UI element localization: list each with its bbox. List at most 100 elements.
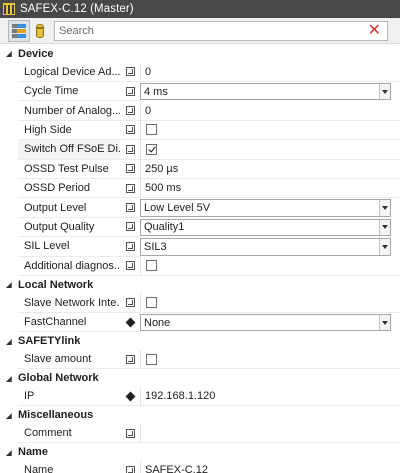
fast-channel-dropdown[interactable]: None (140, 313, 391, 332)
property-value (140, 349, 400, 370)
collapse-arrow-icon[interactable]: ◢ (0, 448, 18, 457)
property-row-sil-level[interactable]: SIL Level SIL3 (0, 237, 400, 257)
property-label: Output Level (18, 198, 120, 218)
property-value (140, 120, 400, 141)
property-marker-icon (120, 178, 140, 199)
property-marker-icon (120, 159, 140, 179)
properties-view-button[interactable] (31, 20, 49, 42)
property-label: OSSD Period (18, 178, 120, 199)
property-marker-icon (120, 120, 140, 141)
property-label: OSSD Test Pulse (18, 159, 120, 179)
property-marker-diamond-icon (120, 312, 140, 333)
category-label: Global Network (18, 372, 99, 385)
slave-amount-checkbox[interactable] (146, 353, 157, 365)
chevron-down-icon[interactable] (379, 200, 390, 216)
property-marker-icon (120, 256, 140, 276)
property-row-high-side[interactable]: High Side (0, 120, 400, 141)
dropdown-value: 4 ms (144, 85, 168, 98)
property-row-additional-diagnostics[interactable]: Additional diagnos... (0, 256, 400, 276)
property-row-cycle-time[interactable]: Cycle Time 4 ms (0, 81, 400, 102)
category-label: Device (18, 47, 54, 60)
property-label: Additional diagnos... (18, 256, 120, 276)
property-row-ip[interactable]: IP 192.168.1.120 (0, 386, 400, 407)
property-row-name[interactable]: Name SAFEX-C.12 (0, 460, 400, 473)
category-name[interactable]: ◢ Name (0, 443, 400, 461)
output-level-dropdown[interactable]: Low Level 5V (140, 199, 391, 217)
property-marker-icon (120, 293, 140, 313)
property-value[interactable]: 500 ms (140, 178, 400, 199)
property-value (140, 293, 400, 313)
search-box: ✕ (54, 21, 388, 41)
clear-search-icon[interactable]: ✕ (368, 22, 381, 40)
property-label: Output Quality (18, 217, 120, 238)
property-row-logical-device-address[interactable]: Logical Device Ad... 0 (0, 62, 400, 82)
property-marker-diamond-icon (120, 386, 140, 407)
property-value[interactable]: 192.168.1.120 (140, 386, 400, 407)
property-value[interactable]: 250 µs (140, 159, 400, 179)
property-row-ossd-test-pulse[interactable]: OSSD Test Pulse 250 µs (0, 159, 400, 179)
category-safetylink[interactable]: ◢ SAFETYlink (0, 332, 400, 350)
property-row-output-quality[interactable]: Output Quality Quality1 (0, 217, 400, 238)
categorized-view-button[interactable] (8, 19, 30, 42)
property-value (140, 256, 400, 276)
property-row-slave-network-interface[interactable]: Slave Network Inte... (0, 293, 400, 313)
property-value[interactable]: 0 (140, 62, 400, 82)
property-marker-icon (120, 237, 140, 257)
property-label: Comment (18, 423, 120, 444)
search-input[interactable] (59, 25, 349, 37)
chevron-down-icon[interactable] (379, 83, 390, 100)
property-row-output-level[interactable]: Output Level Low Level 5V (0, 198, 400, 218)
property-marker-icon (120, 460, 140, 473)
category-label: SAFETYlink (18, 335, 81, 348)
property-row-comment[interactable]: Comment (0, 423, 400, 444)
property-label: SIL Level (18, 237, 120, 257)
property-row-fast-channel[interactable]: FastChannel None (0, 312, 400, 333)
category-local-network[interactable]: ◢ Local Network (0, 275, 400, 294)
property-row-number-of-analog[interactable]: Number of Analog... 0 (0, 101, 400, 121)
chevron-down-icon[interactable] (379, 314, 390, 331)
property-marker-icon (120, 349, 140, 370)
property-label: Logical Device Ad... (18, 62, 120, 82)
cycle-time-dropdown[interactable]: 4 ms (140, 82, 391, 101)
switch-off-fsoe-checkbox[interactable] (146, 143, 157, 155)
category-miscellaneous[interactable]: ◢ Miscellaneous (0, 406, 400, 424)
property-value[interactable] (140, 423, 400, 444)
property-value[interactable]: 0 (140, 101, 400, 121)
collapse-arrow-icon[interactable]: ◢ (0, 280, 18, 289)
property-label: High Side (18, 120, 120, 141)
category-device[interactable]: ◢ Device (0, 45, 400, 63)
collapse-arrow-icon[interactable]: ◢ (0, 411, 18, 420)
property-label: FastChannel (18, 312, 120, 333)
property-label: Number of Analog... (18, 101, 120, 121)
property-label: Slave Network Inte... (18, 293, 120, 313)
slave-network-interface-checkbox[interactable] (146, 297, 157, 309)
additional-diagnostics-checkbox[interactable] (146, 260, 157, 272)
dropdown-value: Low Level 5V (144, 202, 211, 215)
collapse-arrow-icon[interactable]: ◢ (0, 49, 18, 58)
category-global-network[interactable]: ◢ Global Network (0, 369, 400, 387)
property-marker-icon (120, 423, 140, 444)
sil-level-dropdown[interactable]: SIL3 (140, 238, 391, 256)
property-marker-icon (120, 198, 140, 218)
property-row-slave-amount[interactable]: Slave amount (0, 349, 400, 370)
output-quality-dropdown[interactable]: Quality1 (140, 218, 391, 237)
high-side-checkbox[interactable] (146, 124, 157, 136)
property-row-ossd-period[interactable]: OSSD Period 500 ms (0, 178, 400, 199)
chevron-down-icon[interactable] (379, 219, 390, 236)
property-label: Cycle Time (18, 81, 120, 102)
property-label: Switch Off FSoE Di... (18, 140, 120, 160)
property-marker-icon (120, 140, 140, 160)
property-marker-icon (120, 81, 140, 102)
category-label: Local Network (18, 278, 94, 291)
collapse-arrow-icon[interactable]: ◢ (0, 374, 18, 383)
property-label: Name (18, 460, 120, 473)
property-row-switch-off-fsoe[interactable]: Switch Off FSoE Di... (0, 140, 400, 160)
property-label: IP (18, 386, 120, 407)
dropdown-value: Quality1 (144, 221, 185, 234)
window-title: SAFEX-C.12 (Master) (20, 3, 134, 15)
collapse-arrow-icon[interactable]: ◢ (0, 337, 18, 346)
property-marker-icon (120, 101, 140, 121)
property-value (140, 140, 400, 160)
chevron-down-icon[interactable] (379, 239, 390, 255)
property-value[interactable]: SAFEX-C.12 (140, 460, 400, 473)
